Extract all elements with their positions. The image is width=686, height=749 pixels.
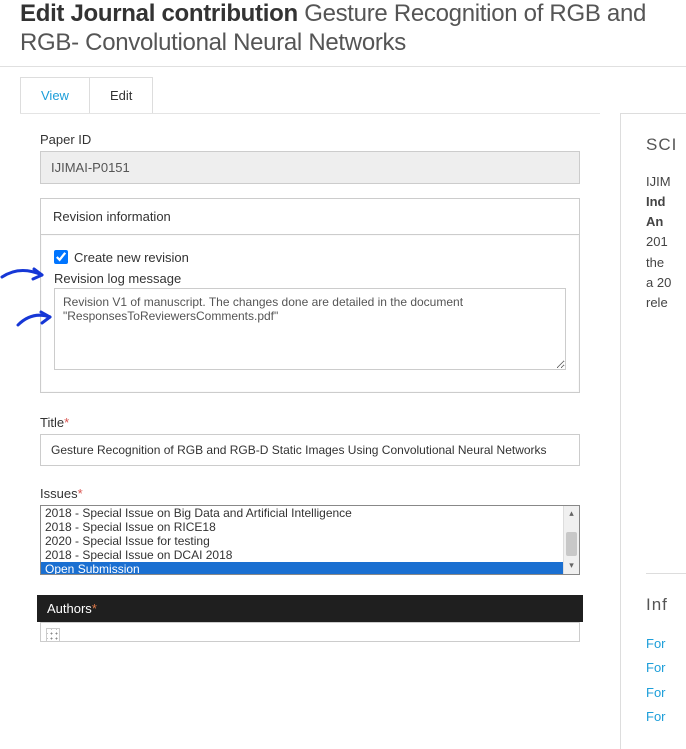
issue-option-selected[interactable]: Open Submission (41, 562, 563, 574)
title-label: Title* (40, 415, 580, 430)
issue-option[interactable]: 2018 - Special Issue on DCAI 2018 (41, 548, 563, 562)
revision-legend: Revision information (41, 199, 579, 235)
form: Paper ID IJIMAI-P0151 Revision informati… (20, 113, 600, 642)
issue-option[interactable]: 2018 - Special Issue on RICE18 (41, 520, 563, 534)
sidebar-link[interactable]: For (646, 634, 686, 654)
create-revision-checkbox[interactable] (54, 250, 68, 264)
paper-id-label: Paper ID (40, 132, 580, 147)
drag-handle-icon[interactable] (46, 628, 60, 642)
page-title: Edit Journal contribution Gesture Recogn… (20, 0, 666, 58)
issue-option[interactable]: 2020 - Special Issue for testing (41, 534, 563, 548)
sidebar-text: An (646, 212, 686, 232)
sidebar-text: a 20 (646, 273, 686, 293)
create-revision-label: Create new revision (74, 250, 189, 265)
tabs: View Edit (0, 67, 686, 113)
paper-id-field: IJIMAI-P0151 (40, 151, 580, 184)
sidebar-link[interactable]: For (646, 683, 686, 703)
scroll-up-icon[interactable]: ▴ (564, 506, 579, 522)
sidebar: SCI IJIM Ind An 201 the a 20 rele Inf Fo… (620, 113, 686, 749)
sidebar-link[interactable]: For (646, 658, 686, 678)
issues-scrollbar[interactable]: ▴ ▾ (563, 506, 579, 574)
authors-heading: Authors* (37, 595, 583, 622)
page-title-bold: Edit Journal contribution (20, 0, 298, 27)
sidebar-text: 201 (646, 232, 686, 252)
issues-select[interactable]: 2018 - Special Issue on Big Data and Art… (40, 505, 580, 575)
revision-log-textarea[interactable]: Revision V1 of manuscript. The changes d… (54, 288, 566, 370)
sidebar-sci-heading: SCI (646, 132, 686, 158)
sidebar-text: IJIM (646, 172, 686, 192)
sidebar-text: rele (646, 293, 686, 313)
revision-log-label: Revision log message (54, 271, 566, 286)
sidebar-link[interactable]: For (646, 707, 686, 727)
authors-body (40, 622, 580, 642)
sidebar-info-heading: Inf (646, 592, 686, 618)
sidebar-text: Ind (646, 192, 686, 212)
tab-view[interactable]: View (20, 77, 90, 113)
scroll-down-icon[interactable]: ▾ (564, 558, 579, 574)
issue-option[interactable]: 2018 - Special Issue on Big Data and Art… (41, 506, 563, 520)
issues-label: Issues* (40, 486, 580, 501)
title-field[interactable] (40, 434, 580, 466)
tab-edit[interactable]: Edit (90, 77, 153, 113)
scroll-thumb[interactable] (566, 532, 577, 556)
revision-fieldset: Revision information Create new revision… (40, 198, 580, 393)
sidebar-text: the (646, 253, 686, 273)
